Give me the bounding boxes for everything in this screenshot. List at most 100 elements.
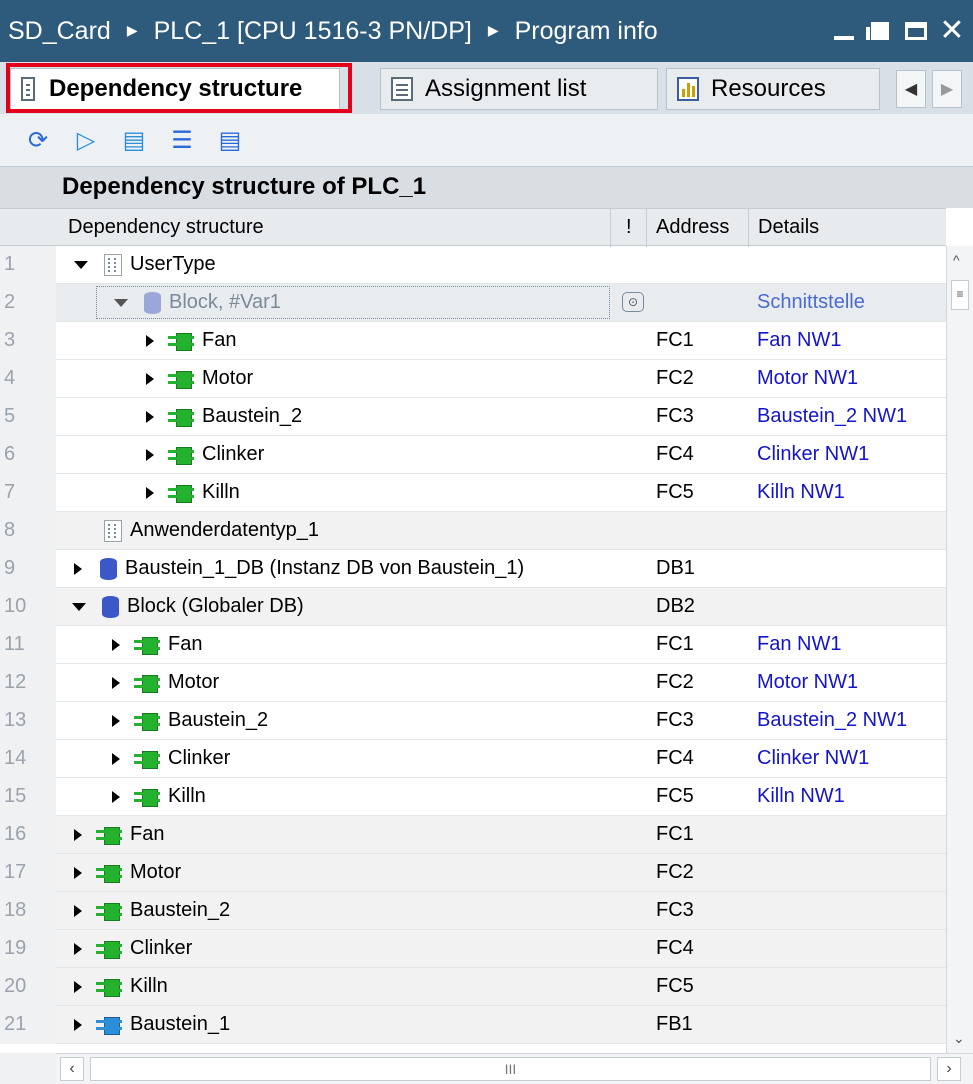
expand-arrow-icon[interactable] xyxy=(74,942,82,955)
table-row[interactable]: 15 Killn FC5 Killn NW1 xyxy=(0,778,946,816)
row-details-link[interactable]: Baustein_2 NW1 xyxy=(757,405,907,428)
expand-arrow-icon[interactable] xyxy=(146,410,154,423)
scroll-up-icon[interactable]: ^ xyxy=(953,252,960,268)
expand-arrow-icon[interactable] xyxy=(74,980,82,993)
table-row[interactable]: 2 Block, #Var1 ⊙ Schnittstelle xyxy=(0,284,946,322)
vertical-scrollbar[interactable]: ^ ≡ ⌄ xyxy=(946,246,973,1053)
table-row[interactable]: 18 Baustein_2 FC3 xyxy=(0,892,946,930)
expand-arrow-icon[interactable] xyxy=(112,714,120,727)
column-header-details[interactable]: Details xyxy=(758,216,819,239)
tab-scroll-right-button[interactable]: ▶ xyxy=(932,70,962,108)
row-details-link[interactable]: Baustein_2 NW1 xyxy=(757,709,907,732)
row-address: FC1 xyxy=(656,633,694,655)
function-icon xyxy=(96,902,122,921)
row-name: Killn xyxy=(168,785,206,807)
expand-arrow-icon[interactable] xyxy=(146,334,154,347)
expand-arrow-icon[interactable] xyxy=(146,486,154,499)
scroll-down-icon[interactable]: ⌄ xyxy=(953,1030,965,1047)
expand-arrow-icon[interactable] xyxy=(112,790,120,803)
expand-all-button[interactable]: ☰ xyxy=(168,126,196,154)
row-details-link[interactable]: Fan NW1 xyxy=(757,329,841,352)
close-button[interactable]: ✕ xyxy=(935,14,969,48)
tab-resources[interactable]: Resources xyxy=(666,68,880,110)
tab-assignment-list[interactable]: Assignment list xyxy=(380,68,658,110)
expand-arrow-icon[interactable] xyxy=(74,904,82,917)
breadcrumb-plc[interactable]: PLC_1 [CPU 1516-3 PN/DP] xyxy=(154,17,472,46)
column-separator xyxy=(646,209,647,247)
scroll-right-icon[interactable]: › xyxy=(937,1057,961,1081)
row-number: 17 xyxy=(0,854,56,892)
table-row[interactable]: 4 Motor FC2 Motor NW1 xyxy=(0,360,946,398)
table-row[interactable]: 10 Block (Globaler DB) DB2 xyxy=(0,588,946,626)
table-row[interactable]: 20 Killn FC5 xyxy=(0,968,946,1006)
refresh-button[interactable]: ⟳ xyxy=(24,126,52,154)
table-row[interactable]: 13 Baustein_2 FC3 Baustein_2 NW1 xyxy=(0,702,946,740)
row-name-cell: Fan xyxy=(146,329,236,352)
row-number: 20 xyxy=(0,968,56,1006)
collapse-arrow-icon[interactable] xyxy=(74,260,88,269)
maximize-button[interactable] xyxy=(899,14,933,48)
table-row[interactable]: 8 Anwenderdatentyp_1 xyxy=(0,512,946,550)
table-row[interactable]: 11 Fan FC1 Fan NW1 xyxy=(0,626,946,664)
tab-scroll-left-button[interactable]: ◀ xyxy=(896,70,926,108)
table-row[interactable]: 6 Clinker FC4 Clinker NW1 xyxy=(0,436,946,474)
table-row[interactable]: 7 Killn FC5 Killn NW1 xyxy=(0,474,946,512)
row-details-link[interactable]: Motor NW1 xyxy=(757,671,858,694)
collapse-arrow-icon[interactable] xyxy=(114,298,128,307)
table-row[interactable]: 12 Motor FC2 Motor NW1 xyxy=(0,664,946,702)
row-name: Baustein_2 xyxy=(168,709,269,731)
show-all-button[interactable]: ▷ xyxy=(72,126,100,154)
row-details-link[interactable]: Clinker NW1 xyxy=(757,443,869,466)
column-header-name[interactable]: Dependency structure xyxy=(68,216,264,239)
expand-arrow-icon[interactable] xyxy=(74,828,82,841)
table-row[interactable]: 5 Baustein_2 FC3 Baustein_2 NW1 xyxy=(0,398,946,436)
row-details-link[interactable]: Killn NW1 xyxy=(757,785,845,808)
row-details-link[interactable]: Motor NW1 xyxy=(757,367,858,390)
row-details-link[interactable]: Clinker NW1 xyxy=(757,747,869,770)
table-row[interactable]: 9 Baustein_1_DB (Instanz DB von Baustein… xyxy=(0,550,946,588)
collapse-all-button[interactable]: ▤ xyxy=(216,126,244,154)
expand-arrow-icon[interactable] xyxy=(112,676,120,689)
minimize-button[interactable] xyxy=(827,14,861,48)
column-header-flag[interactable]: ! xyxy=(626,216,632,239)
row-name: Block, #Var1 xyxy=(169,291,281,313)
expand-arrow-icon[interactable] xyxy=(146,448,154,461)
chevron-left-icon: ◀ xyxy=(904,81,918,98)
tab-dependency-structure[interactable]: Dependency structure xyxy=(10,68,340,110)
row-name: Anwenderdatentyp_1 xyxy=(130,519,320,541)
table-row[interactable]: 19 Clinker FC4 xyxy=(0,930,946,968)
table-row[interactable]: 16 Fan FC1 xyxy=(0,816,946,854)
table-row[interactable]: 3 Fan FC1 Fan NW1 xyxy=(0,322,946,360)
expand-arrow-icon[interactable] xyxy=(74,562,82,575)
breadcrumb-program-info[interactable]: Program info xyxy=(515,17,658,46)
expand-arrow-icon[interactable] xyxy=(146,372,154,385)
table-row[interactable]: 21 Baustein_1 FB1 xyxy=(0,1006,946,1044)
row-details-link[interactable]: Killn NW1 xyxy=(757,481,845,504)
column-header-address[interactable]: Address xyxy=(656,216,729,239)
table-row[interactable]: 14 Clinker FC4 Clinker NW1 xyxy=(0,740,946,778)
view-options-button[interactable]: ▤ xyxy=(120,126,148,154)
collapse-arrow-icon[interactable] xyxy=(72,602,86,611)
expand-arrow-icon[interactable] xyxy=(112,752,120,765)
horizontal-scrollbar[interactable]: ‹ III › xyxy=(56,1053,973,1084)
row-number: 1 xyxy=(0,246,56,284)
row-number: 4 xyxy=(0,360,56,398)
expand-arrow-icon[interactable] xyxy=(74,1018,82,1031)
scroll-left-icon[interactable]: ‹ xyxy=(60,1057,84,1081)
breadcrumb-project[interactable]: SD_Card xyxy=(8,17,111,46)
list-icon xyxy=(391,77,413,101)
scroll-thumb[interactable]: ≡ xyxy=(951,280,969,310)
row-name-cell: UserType xyxy=(74,253,216,276)
expand-arrow-icon[interactable] xyxy=(74,866,82,879)
row-name: Block (Globaler DB) xyxy=(127,595,304,617)
table-row[interactable]: 17 Motor FC2 xyxy=(0,854,946,892)
scroll-track[interactable]: III xyxy=(90,1057,931,1081)
section-header: Dependency structure of PLC_1 xyxy=(0,166,973,208)
expand-arrow-icon[interactable] xyxy=(112,638,120,651)
row-details-link[interactable]: Schnittstelle xyxy=(757,291,865,314)
float-button[interactable] xyxy=(863,14,897,48)
row-details-link[interactable]: Fan NW1 xyxy=(757,633,841,656)
row-address: FC3 xyxy=(656,709,694,731)
table-row[interactable]: 1 UserType xyxy=(0,246,946,284)
row-address: FC4 xyxy=(656,443,694,465)
